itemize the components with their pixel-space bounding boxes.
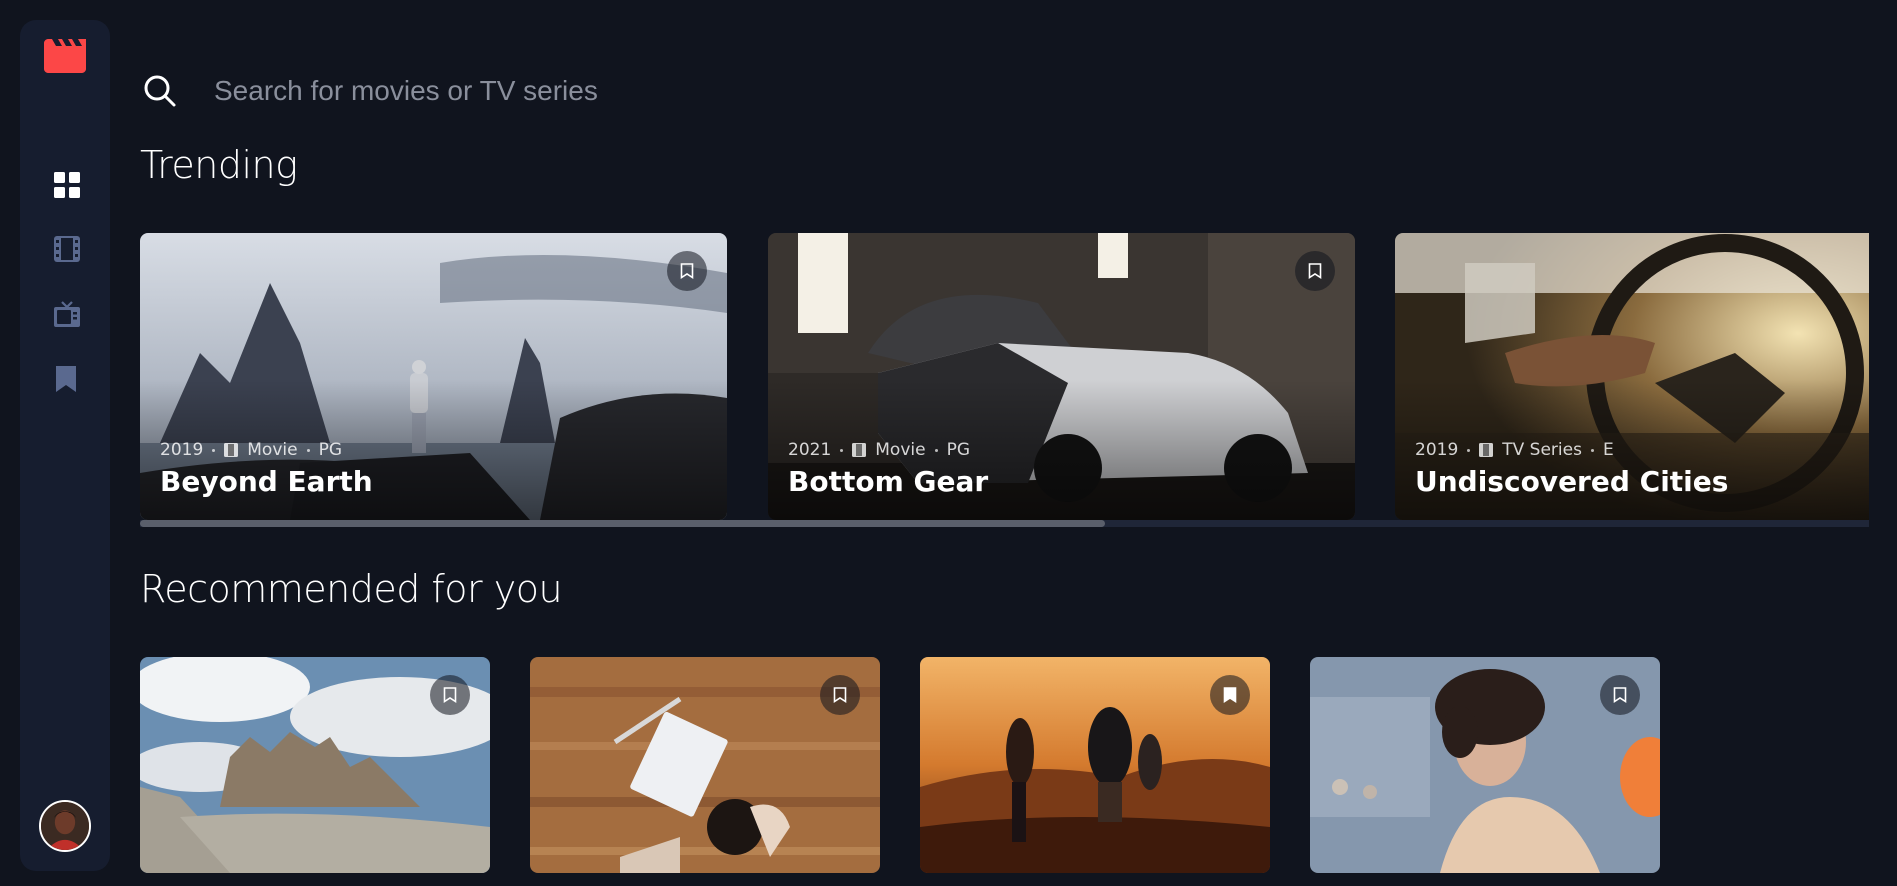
separator-dot: [1590, 448, 1594, 452]
bookmark-empty-icon: [443, 687, 457, 703]
recommended-card[interactable]: [530, 657, 880, 873]
card-meta: 2019 Movie PG: [160, 440, 342, 460]
nav-home[interactable]: [54, 172, 80, 198]
section-title-trending: Trending: [140, 143, 298, 187]
bookmark-empty-icon: [833, 687, 847, 703]
card-category: Movie: [875, 440, 926, 460]
card-rating: E: [1602, 440, 1614, 460]
card-category: TV Series: [1502, 440, 1582, 460]
film-icon: [224, 443, 239, 457]
user-avatar-icon: [41, 802, 89, 850]
card-year: 2019: [160, 440, 204, 460]
bookmark-empty-icon: [1308, 263, 1322, 279]
card-meta: 2021 Movie PG: [788, 440, 970, 460]
bookmark-button[interactable]: [1600, 675, 1640, 715]
search-bar: [140, 64, 1840, 118]
film-icon: [54, 236, 80, 262]
card-year: 2021: [788, 440, 832, 460]
card-title: Bottom Gear: [788, 465, 989, 498]
card-title: Undiscovered Cities: [1415, 465, 1729, 498]
bookmark-button[interactable]: [430, 675, 470, 715]
search-icon: [144, 75, 176, 107]
trending-card[interactable]: 2019 TV Series E Undiscovered Cities: [1395, 233, 1869, 520]
nav-tv-series[interactable]: [54, 301, 80, 327]
bookmark-empty-icon: [1613, 687, 1627, 703]
bookmark-button[interactable]: [820, 675, 860, 715]
trending-scrollbar-thumb[interactable]: [140, 520, 1105, 527]
film-icon: [852, 443, 867, 457]
grid-icon: [54, 172, 80, 198]
card-year: 2019: [1415, 440, 1459, 460]
sidebar: [20, 20, 110, 871]
bookmark-empty-icon: [680, 263, 694, 279]
card-rating: PG: [946, 440, 971, 460]
recommended-card[interactable]: [140, 657, 490, 873]
card-rating: PG: [318, 440, 343, 460]
tv-icon: [54, 301, 80, 327]
bookmark-button[interactable]: [1295, 251, 1335, 291]
recommended-card[interactable]: [920, 657, 1270, 873]
separator-dot: [212, 448, 216, 452]
separator-dot: [934, 448, 938, 452]
recommended-card[interactable]: [1310, 657, 1660, 873]
search-input[interactable]: [212, 67, 1840, 115]
card-meta: 2019 TV Series E: [1415, 440, 1614, 460]
bookmark-button[interactable]: [667, 251, 707, 291]
bookmark-button[interactable]: [1210, 675, 1250, 715]
separator-dot: [840, 448, 844, 452]
card-category: Movie: [247, 440, 298, 460]
bookmark-icon: [56, 366, 76, 392]
tv-icon: [1479, 443, 1494, 457]
trending-card[interactable]: 2019 Movie PG Beyond Earth: [140, 233, 727, 520]
nav-movies[interactable]: [54, 236, 80, 262]
avatar[interactable]: [39, 800, 91, 852]
separator-dot: [1467, 448, 1471, 452]
separator-dot: [306, 448, 310, 452]
bookmark-filled-icon: [1223, 687, 1237, 703]
section-title-recommended: Recommended for you: [140, 567, 563, 611]
card-title: Beyond Earth: [160, 465, 373, 498]
trending-card[interactable]: 2021 Movie PG Bottom Gear: [768, 233, 1355, 520]
nav-bookmarks[interactable]: [55, 366, 77, 392]
clapperboard-icon[interactable]: [44, 39, 86, 73]
